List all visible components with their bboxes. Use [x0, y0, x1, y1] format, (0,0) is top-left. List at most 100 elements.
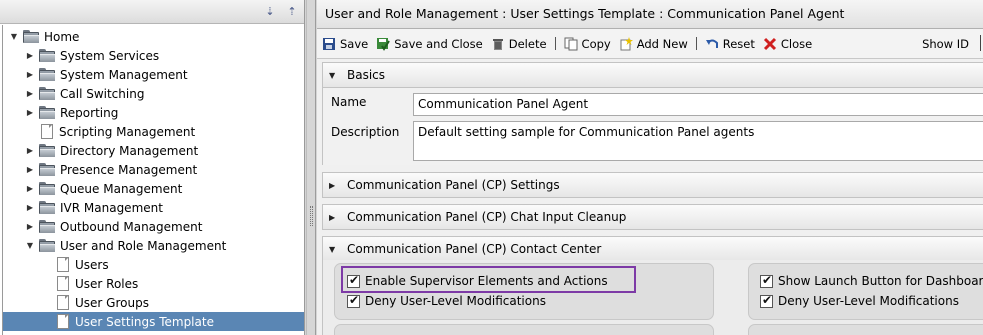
expand-toggle-icon[interactable]: ▶ — [25, 184, 35, 194]
enable-supervisor-checkbox-row[interactable]: Enable Supervisor Elements and Actions — [347, 273, 608, 288]
tree-item[interactable]: ▶User Roles — [3, 274, 304, 293]
new-document-icon — [619, 36, 633, 51]
enable-supervisor-checkbox[interactable] — [347, 273, 360, 288]
folder-icon — [39, 239, 55, 252]
expand-toggle-icon[interactable]: ▶ — [25, 51, 35, 61]
folder-icon — [39, 182, 55, 195]
copy-icon — [564, 37, 578, 51]
name-label: Name — [331, 95, 367, 109]
tree-item[interactable]: ▶ Reporting — [3, 103, 304, 122]
cp-contact-center-section-header[interactable]: ▼ Communication Panel (CP) Contact Cente… — [322, 236, 983, 262]
tree-item-label: Reporting — [60, 105, 119, 120]
tree-item-label: User Groups — [75, 295, 149, 310]
expand-toggle-icon[interactable]: ▶ — [25, 108, 35, 118]
toolbar-separator — [695, 37, 697, 50]
folder-icon — [39, 201, 55, 214]
tree-item[interactable]: ▶ System Management — [3, 65, 304, 84]
detail-panel: User and Role Management : User Settings… — [317, 0, 983, 335]
save-and-close-button[interactable]: Save and Close — [376, 37, 483, 51]
settings-group-right-next — [748, 324, 983, 335]
splitter-grip[interactable] — [310, 206, 313, 226]
tree-item[interactable]: ▼ User and Role Management — [3, 236, 304, 255]
tree-item[interactable]: ▶Users — [3, 255, 304, 274]
settings-group-right — [748, 263, 983, 320]
checkbox-label: Show Launch Button for Dashboard — [778, 274, 983, 288]
section-title: Basics — [347, 68, 386, 82]
document-icon — [57, 295, 69, 310]
tree-item[interactable]: ▼ Home — [3, 27, 304, 46]
tree-item[interactable]: ▶Scripting Management — [3, 122, 304, 141]
close-icon — [763, 37, 777, 51]
reset-label: Reset — [722, 36, 755, 51]
deny-user-modifications-checkbox[interactable] — [760, 293, 773, 308]
deny-user-modifications-left-row[interactable]: Deny User-Level Modifications — [347, 293, 546, 308]
document-icon — [57, 257, 69, 272]
panel-splitter[interactable] — [306, 0, 316, 335]
tree-item[interactable]: ▶ Directory Management — [3, 141, 304, 160]
basics-section-header[interactable]: ▼ Basics — [322, 62, 983, 88]
add-new-label: Add New — [636, 36, 688, 51]
tree-item-label: Home — [44, 29, 80, 44]
basics-section-body: Name Communication Panel Agent Descripti… — [322, 88, 983, 165]
tree-item[interactable]: ▶ Queue Management — [3, 179, 304, 198]
chevron-down-icon: ▼ — [329, 244, 336, 254]
checkbox-label: Deny User-Level Modifications — [778, 294, 959, 308]
tree-item[interactable]: ▶ IVR Management — [3, 198, 304, 217]
expand-toggle-icon[interactable]: ▶ — [25, 222, 35, 232]
show-launch-button-row[interactable]: Show Launch Button for Dashboard — [760, 273, 983, 288]
collapse-toggle-icon[interactable]: ▼ — [25, 241, 35, 251]
close-button[interactable]: Close — [763, 37, 812, 51]
delete-label: Delete — [508, 36, 547, 51]
show-launch-button-checkbox[interactable] — [760, 273, 773, 288]
tree-item[interactable]: ▶ Outbound Management — [3, 217, 304, 236]
description-field[interactable]: Default setting sample for Communication… — [413, 121, 983, 161]
name-field[interactable]: Communication Panel Agent — [413, 93, 983, 116]
settings-group-left-next — [334, 324, 714, 335]
expand-toggle-icon[interactable]: ▶ — [25, 89, 35, 99]
folder-icon — [39, 144, 55, 157]
cp-settings-section-header[interactable]: ▶ Communication Panel (CP) Settings — [322, 172, 983, 198]
checkbox-label: Enable Supervisor Elements and Actions — [365, 274, 608, 288]
tree-item-label: Queue Management — [60, 181, 183, 196]
form-content: ▼ Basics Name Communication Panel Agent … — [322, 62, 983, 335]
section-title: Communication Panel (CP) Chat Input Clea… — [347, 210, 627, 224]
tree-item[interactable]: ▶ Call Switching — [3, 84, 304, 103]
expand-toggle-icon[interactable]: ▶ — [25, 146, 35, 156]
add-new-button[interactable]: Add New — [619, 36, 688, 51]
collapse-toggle-icon[interactable]: ▼ — [9, 32, 19, 42]
document-icon — [57, 314, 69, 329]
expand-toggle-icon[interactable]: ▶ — [25, 165, 35, 175]
expand-all-icon[interactable]: ⇣ — [262, 4, 278, 20]
cp-chat-cleanup-section-header[interactable]: ▶ Communication Panel (CP) Chat Input Cl… — [322, 204, 983, 230]
chevron-right-icon: ▶ — [329, 180, 336, 190]
delete-button[interactable]: Delete — [491, 37, 547, 51]
save-and-close-icon — [376, 37, 391, 51]
deny-user-modifications-checkbox[interactable] — [347, 293, 360, 308]
folder-icon — [39, 106, 55, 119]
description-label: Description — [331, 125, 400, 139]
navigation-panel: ⇣ ⇡ ▼ Home ▶ System Services ▶ System Managem… — [0, 0, 305, 335]
document-icon — [41, 124, 53, 139]
collapse-all-icon[interactable]: ⇡ — [284, 4, 300, 20]
save-label: Save — [340, 36, 369, 51]
reset-button[interactable]: Reset — [705, 37, 755, 51]
tree-item-label: Directory Management — [60, 143, 199, 158]
copy-button[interactable]: Copy — [564, 37, 611, 51]
tree-item-label: Presence Management — [60, 162, 198, 177]
expand-toggle-icon[interactable]: ▶ — [25, 203, 35, 213]
tree-item[interactable]: ▶ System Services — [3, 46, 304, 65]
tree-item[interactable]: ▶ Presence Management — [3, 160, 304, 179]
tree-item[interactable]: ▶User Groups — [3, 293, 304, 312]
expand-toggle-icon[interactable]: ▶ — [25, 70, 35, 80]
show-id-toggle[interactable]: Show ID — [922, 37, 969, 51]
tree-item[interactable]: ▶User Settings Template — [3, 312, 304, 331]
page-title: User and Role Management : User Settings… — [317, 0, 983, 29]
tree-item-label: Scripting Management — [59, 124, 196, 139]
folder-icon — [39, 87, 55, 100]
chevron-down-icon: ▼ — [329, 70, 336, 80]
section-title: Communication Panel (CP) Settings — [347, 178, 560, 192]
save-button[interactable]: Save — [322, 37, 368, 51]
document-icon — [57, 276, 69, 291]
folder-icon — [39, 68, 55, 81]
deny-user-modifications-right-row[interactable]: Deny User-Level Modifications — [760, 293, 959, 308]
